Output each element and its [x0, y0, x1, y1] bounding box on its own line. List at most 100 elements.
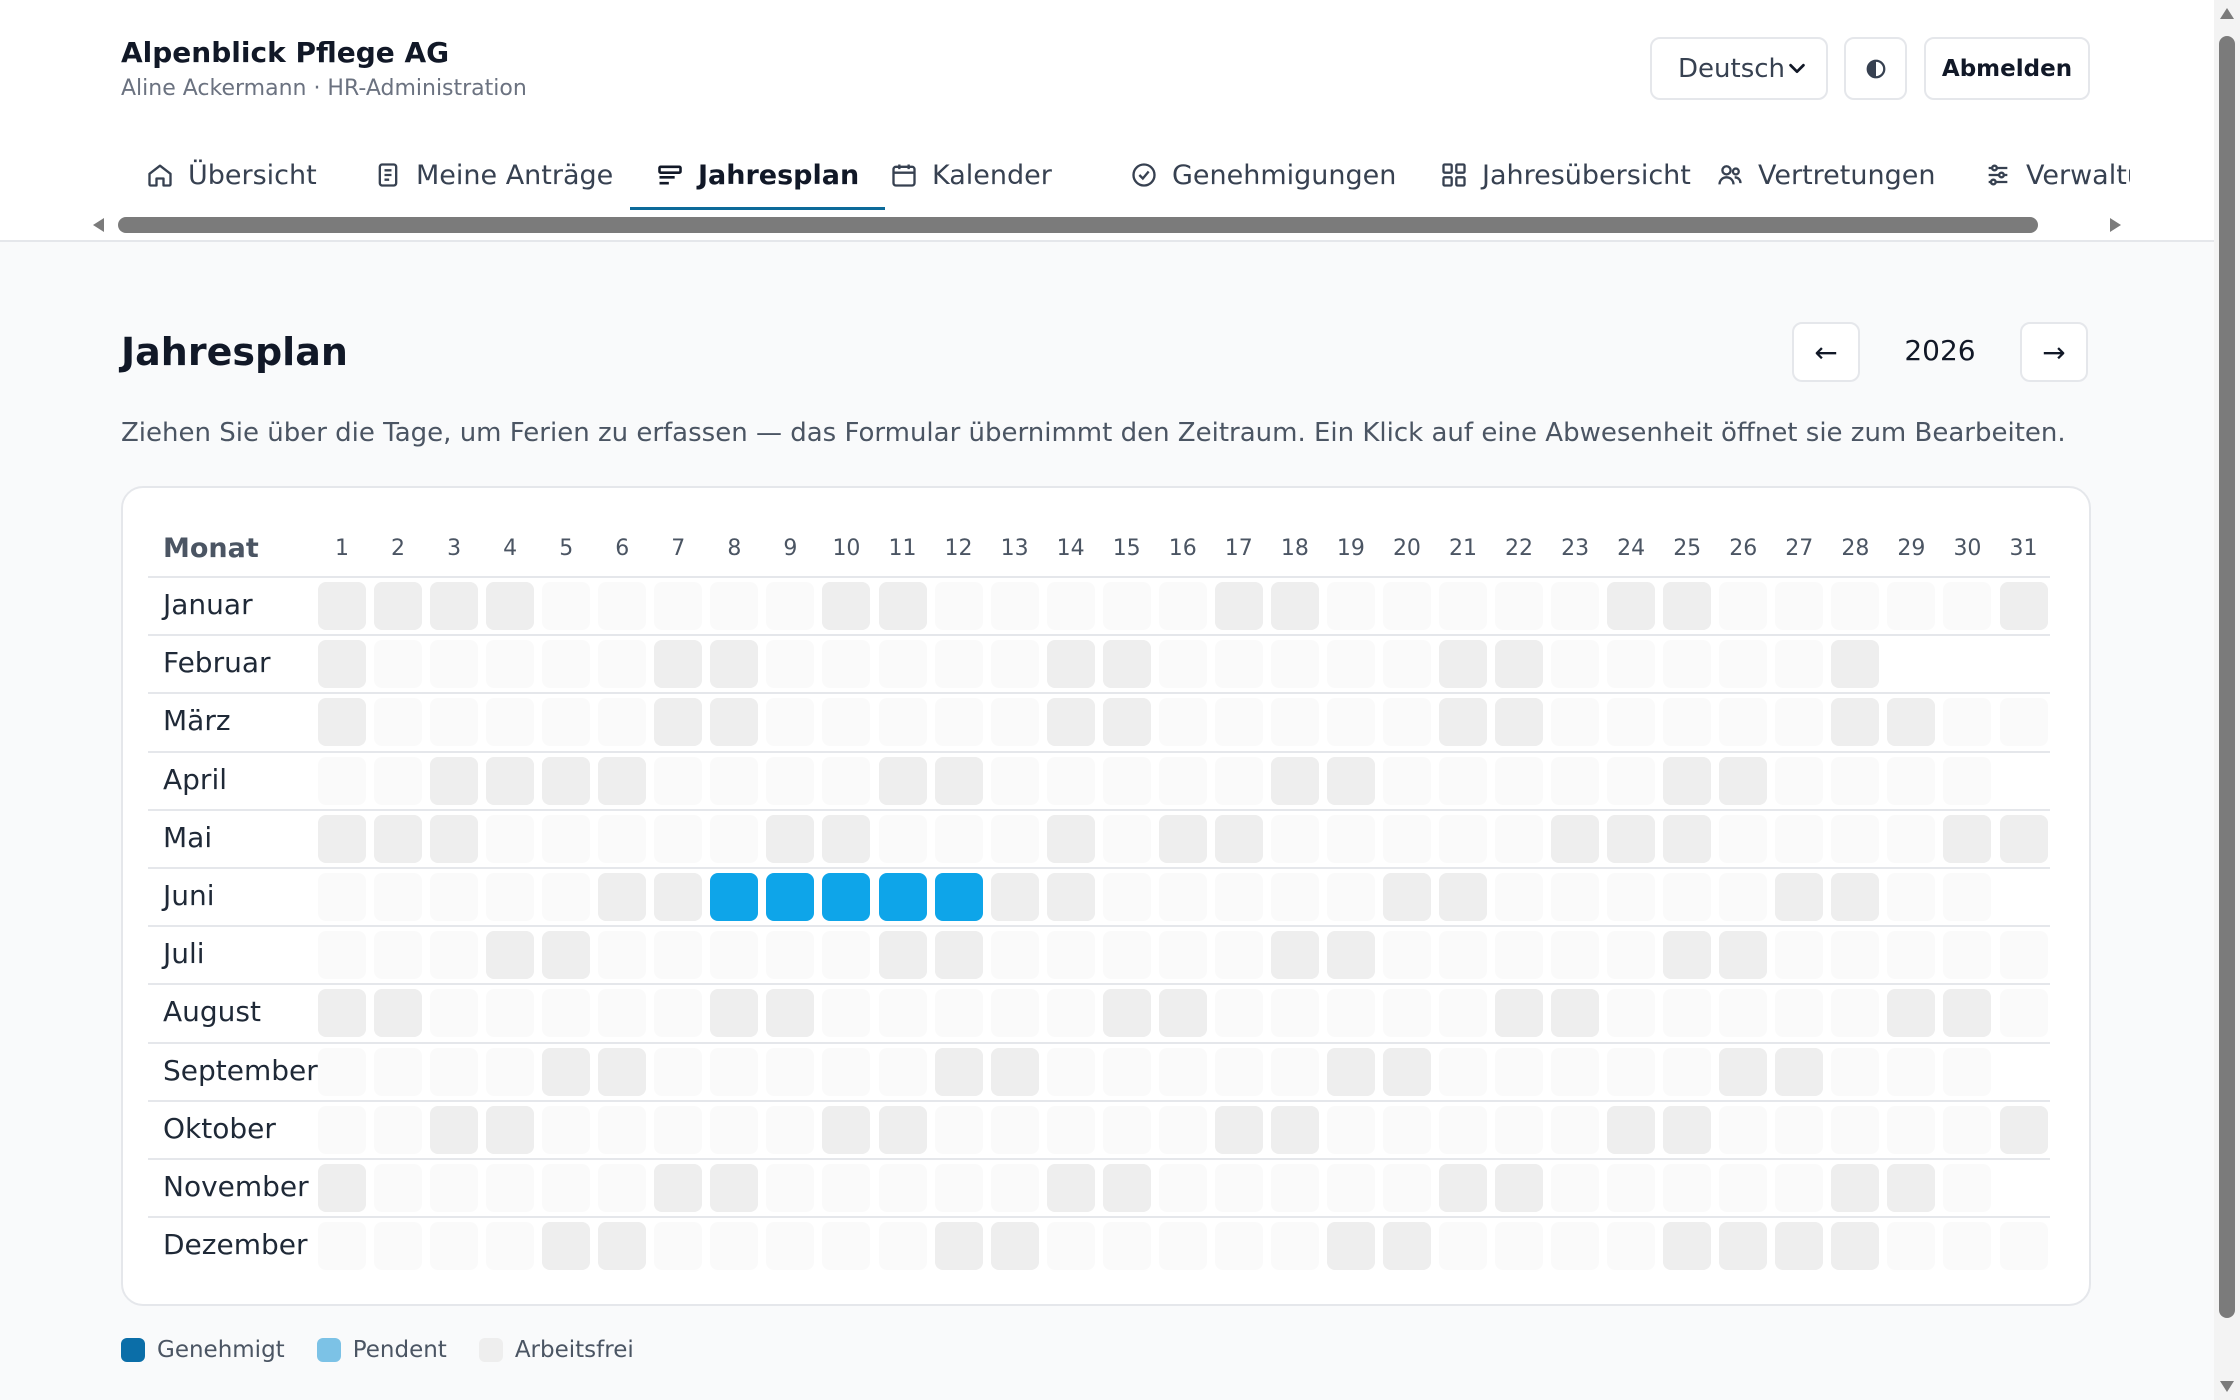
- day-cell[interactable]: [1663, 989, 1712, 1038]
- day-cell[interactable]: [710, 582, 759, 630]
- day-cell[interactable]: [1775, 931, 1824, 980]
- day-cell[interactable]: [430, 756, 479, 805]
- day-cell[interactable]: [1214, 1105, 1263, 1154]
- day-cell[interactable]: [1887, 989, 1936, 1038]
- day-cell[interactable]: [878, 1222, 927, 1271]
- day-cell[interactable]: [934, 1164, 983, 1212]
- day-cell[interactable]: [1382, 1222, 1431, 1271]
- day-cell[interactable]: [822, 873, 871, 921]
- day-cell[interactable]: [1382, 1164, 1431, 1212]
- day-cell[interactable]: [1775, 1164, 1824, 1212]
- day-cell[interactable]: [542, 756, 591, 805]
- day-cell[interactable]: [318, 814, 366, 863]
- day-cell[interactable]: [766, 1105, 815, 1154]
- day-cell[interactable]: [1775, 698, 1824, 747]
- day-cell[interactable]: [1102, 698, 1151, 747]
- day-cell[interactable]: [1046, 1164, 1095, 1212]
- day-cell[interactable]: [1719, 582, 1768, 630]
- day-cell[interactable]: [1551, 1222, 1600, 1271]
- day-cell[interactable]: [1214, 873, 1263, 921]
- scroll-down-arrow-icon[interactable]: [2220, 1381, 2234, 1392]
- day-cell[interactable]: [1495, 582, 1544, 630]
- day-cell[interactable]: [1158, 698, 1207, 747]
- day-cell[interactable]: [1607, 1105, 1656, 1154]
- day-cell[interactable]: [1607, 1047, 1656, 1096]
- day-cell[interactable]: [934, 698, 983, 747]
- day-cell[interactable]: [1719, 698, 1768, 747]
- day-cell[interactable]: [1719, 1105, 1768, 1154]
- day-cell[interactable]: [878, 873, 927, 921]
- day-cell[interactable]: [1439, 931, 1487, 980]
- day-cell[interactable]: [1719, 1222, 1768, 1271]
- day-cell[interactable]: [710, 1105, 759, 1154]
- day-cell[interactable]: [822, 1164, 871, 1212]
- day-cell[interactable]: [1943, 873, 1992, 921]
- day-cell[interactable]: [1214, 1222, 1263, 1271]
- day-cell[interactable]: [1158, 1047, 1207, 1096]
- day-cell[interactable]: [822, 931, 871, 980]
- day-cell[interactable]: [1326, 989, 1375, 1038]
- day-cell[interactable]: [878, 1047, 927, 1096]
- day-cell[interactable]: [878, 582, 927, 630]
- day-cell[interactable]: [598, 640, 647, 689]
- day-cell[interactable]: [1551, 582, 1600, 630]
- previous-year-button[interactable]: ←: [1792, 322, 1860, 382]
- day-cell[interactable]: [990, 756, 1039, 805]
- next-year-button[interactable]: →: [2020, 322, 2088, 382]
- day-cell[interactable]: [1270, 931, 1319, 980]
- day-cell[interactable]: [934, 1047, 983, 1096]
- day-cell[interactable]: [766, 1164, 815, 1212]
- theme-toggle-button[interactable]: [1844, 37, 1907, 100]
- day-cell[interactable]: [1439, 1105, 1487, 1154]
- day-cell[interactable]: [598, 1047, 647, 1096]
- day-cell[interactable]: [934, 873, 983, 921]
- day-cell[interactable]: [1270, 1047, 1319, 1096]
- day-cell[interactable]: [542, 931, 591, 980]
- day-cell[interactable]: [990, 582, 1039, 630]
- day-cell[interactable]: [1158, 989, 1207, 1038]
- day-cell[interactable]: [1439, 1047, 1487, 1096]
- tab-vertretungen[interactable]: Vertretungen: [1690, 140, 1961, 210]
- day-cell[interactable]: [1831, 989, 1880, 1038]
- day-cell[interactable]: [1551, 931, 1600, 980]
- day-cell[interactable]: [318, 931, 366, 980]
- day-cell[interactable]: [1663, 1222, 1712, 1271]
- day-cell[interactable]: [1046, 1047, 1095, 1096]
- day-cell[interactable]: [1663, 640, 1712, 689]
- day-cell[interactable]: [654, 698, 703, 747]
- day-cell[interactable]: [542, 582, 591, 630]
- day-cell[interactable]: [1326, 756, 1375, 805]
- day-cell[interactable]: [1046, 931, 1095, 980]
- day-cell[interactable]: [1439, 756, 1487, 805]
- day-cell[interactable]: [1551, 873, 1600, 921]
- day-cell[interactable]: [654, 873, 703, 921]
- day-cell[interactable]: [1158, 1164, 1207, 1212]
- day-cell[interactable]: [1719, 1164, 1768, 1212]
- day-cell[interactable]: [710, 989, 759, 1038]
- day-cell[interactable]: [1607, 989, 1656, 1038]
- day-cell[interactable]: [1831, 698, 1880, 747]
- day-cell[interactable]: [1775, 873, 1824, 921]
- day-cell[interactable]: [1495, 1047, 1544, 1096]
- day-cell[interactable]: [934, 814, 983, 863]
- day-cell[interactable]: [1270, 640, 1319, 689]
- day-cell[interactable]: [654, 1164, 703, 1212]
- day-cell[interactable]: [1607, 1164, 1656, 1212]
- day-cell[interactable]: [1887, 814, 1936, 863]
- day-cell[interactable]: [1439, 640, 1487, 689]
- day-cell[interactable]: [1943, 1222, 1992, 1271]
- day-cell[interactable]: [1046, 756, 1095, 805]
- day-cell[interactable]: [1887, 1105, 1936, 1154]
- day-cell[interactable]: [990, 931, 1039, 980]
- day-cell[interactable]: [990, 698, 1039, 747]
- day-cell[interactable]: [710, 1164, 759, 1212]
- day-cell[interactable]: [990, 640, 1039, 689]
- day-cell[interactable]: [318, 582, 366, 630]
- day-cell[interactable]: [1831, 1222, 1880, 1271]
- day-cell[interactable]: [542, 698, 591, 747]
- day-cell[interactable]: [654, 1047, 703, 1096]
- day-cell[interactable]: [766, 814, 815, 863]
- day-cell[interactable]: [1775, 814, 1824, 863]
- day-cell[interactable]: [1102, 931, 1151, 980]
- day-cell[interactable]: [486, 1164, 535, 1212]
